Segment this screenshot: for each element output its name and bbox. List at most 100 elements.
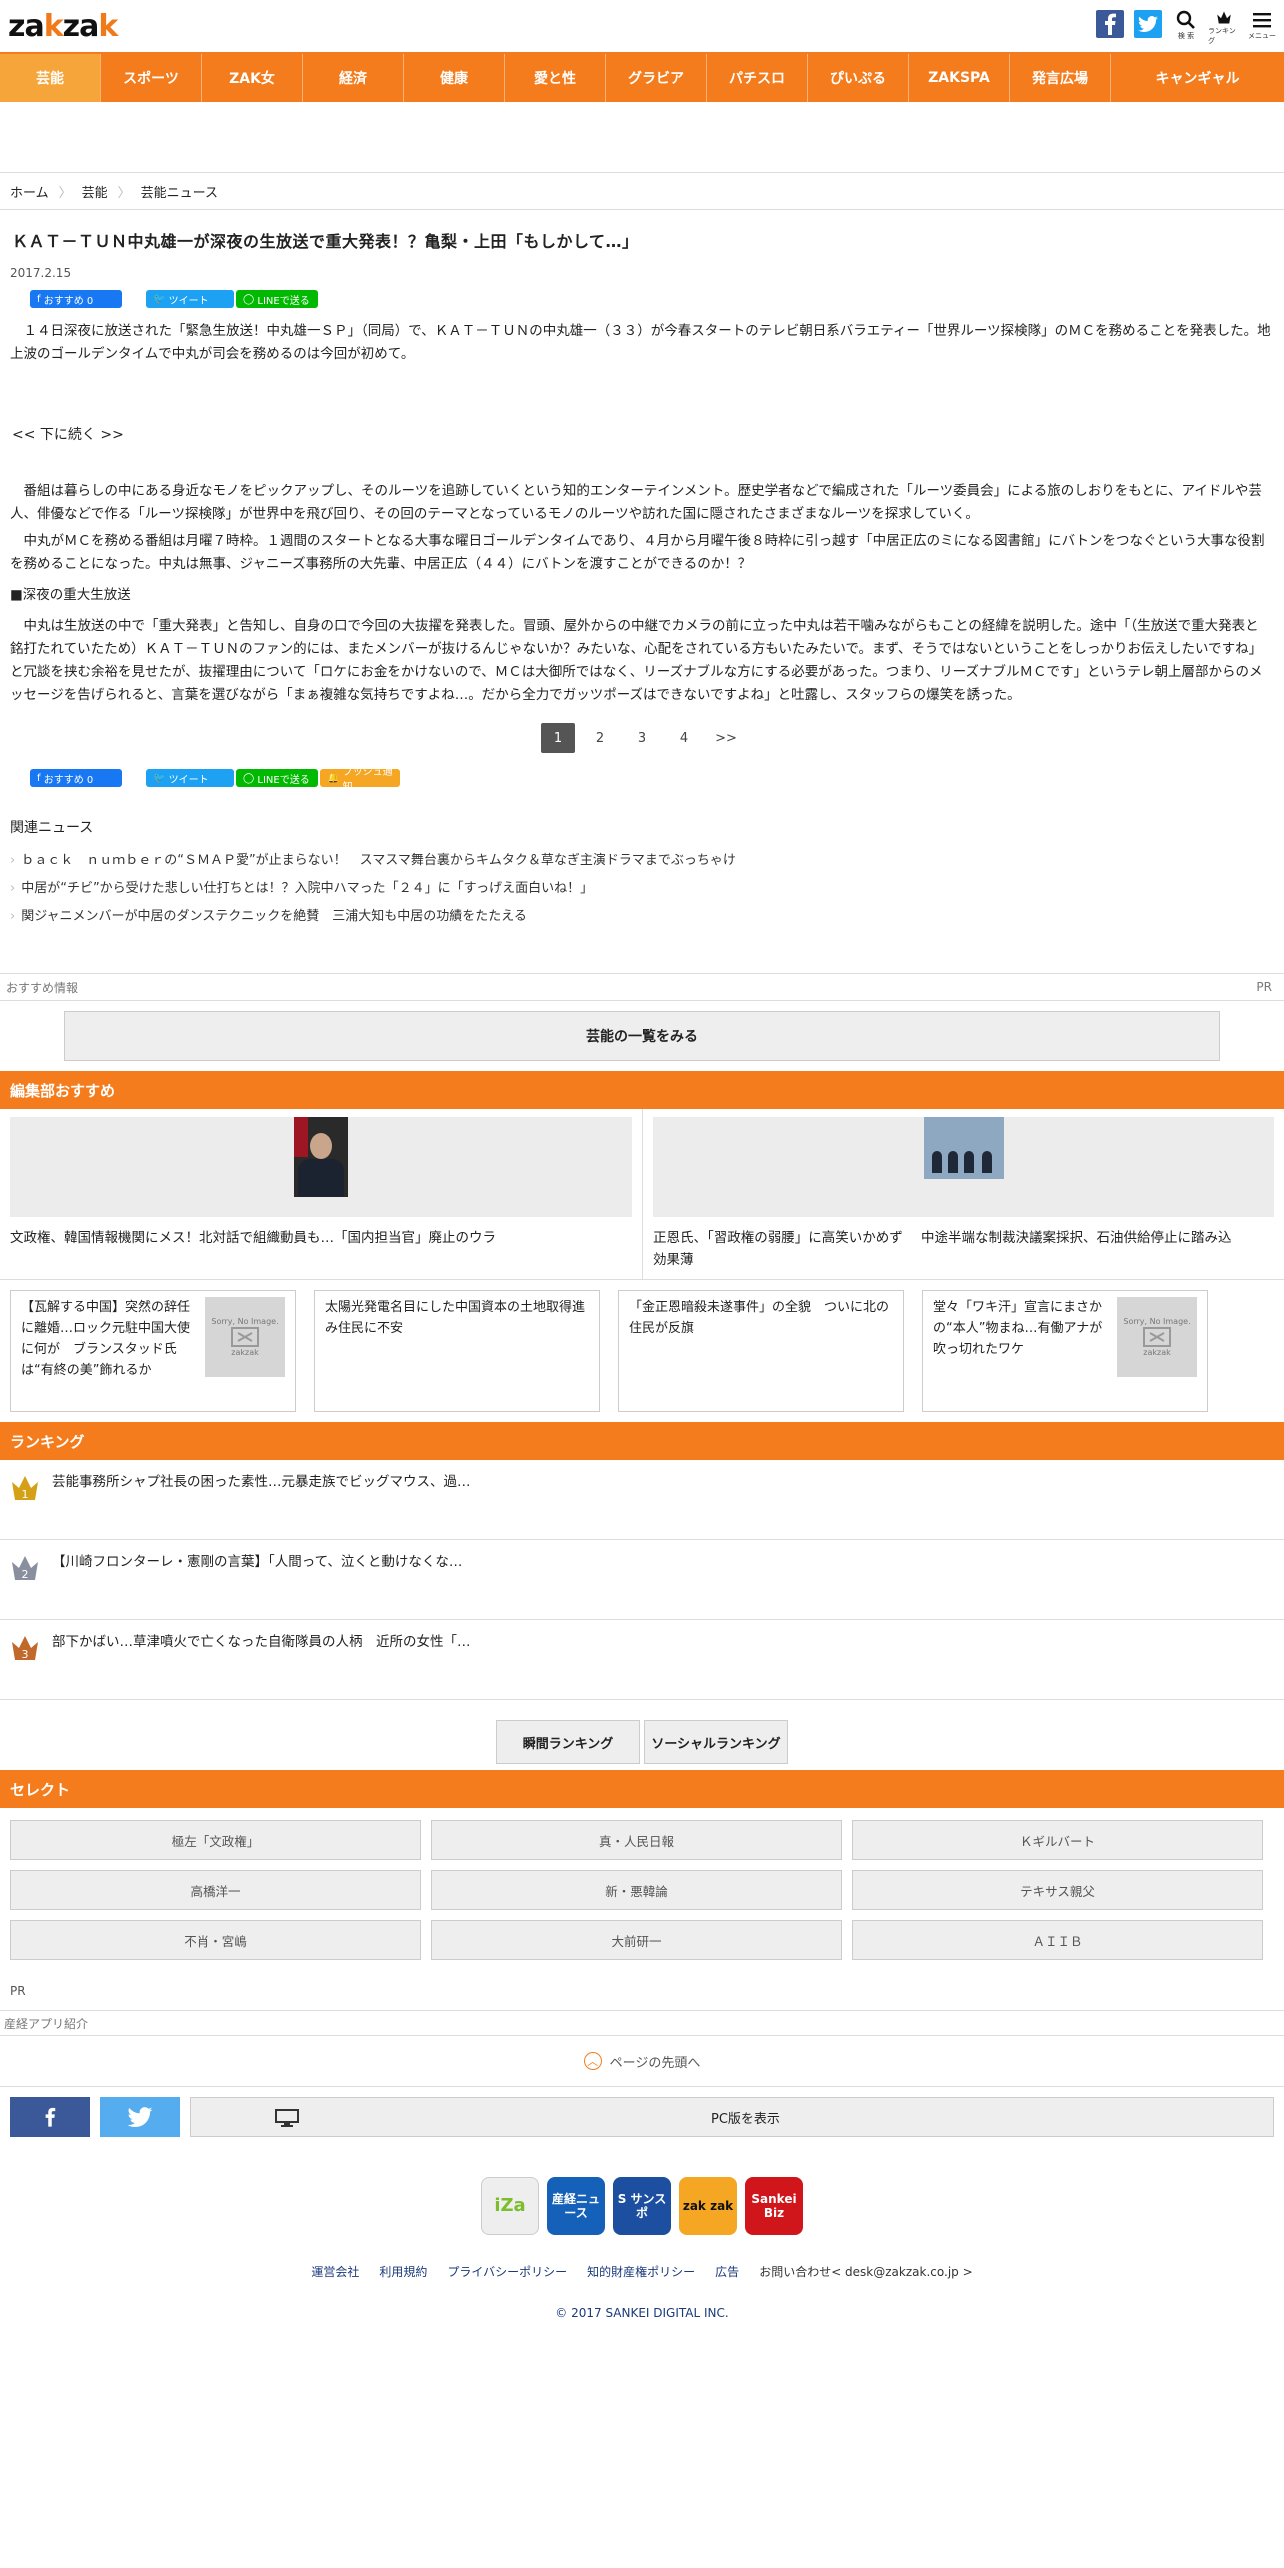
select-item[interactable]: 極左「文政権」 <box>10 1820 421 1860</box>
footer-share: PC版を表示 <box>0 2086 1284 2147</box>
continue-label: << 下に続く >> <box>12 427 124 443</box>
page-1[interactable]: 1 <box>541 723 575 753</box>
tweet-button[interactable]: 🐦 ツイート <box>146 769 234 787</box>
nav-item-sports[interactable]: スポーツ <box>101 54 202 102</box>
nav-item-zakjo[interactable]: ZAK女 <box>202 54 303 102</box>
page-next[interactable]: >> <box>709 723 743 753</box>
sanspo-app-icon[interactable]: S サンスポ <box>613 2177 671 2235</box>
social-ranking-button[interactable]: ソーシャルランキング <box>644 1720 788 1764</box>
image-icon <box>1143 1327 1171 1347</box>
footer-link-ads[interactable]: 広告 <box>715 2263 739 2280</box>
instant-ranking-button[interactable]: 瞬間ランキング <box>496 1720 640 1764</box>
ranking-button[interactable]: ランキング <box>1208 10 1240 46</box>
page-4[interactable]: 4 <box>667 723 701 753</box>
twitter-button[interactable] <box>1132 10 1164 46</box>
article-paragraph: 番組は暮らしの中にある身近なモノをピックアップし、そのルーツを追跡していくという… <box>10 483 1262 522</box>
breadcrumb-home[interactable]: ホーム <box>10 182 49 201</box>
svg-text:1: 1 <box>22 1488 29 1501</box>
facebook-icon: f <box>37 772 44 784</box>
sankei-news-app-icon[interactable]: 産経ニュース <box>547 2177 605 2235</box>
select-item[interactable]: テキサス親父 <box>852 1870 1263 1910</box>
nav-item-hatsugen[interactable]: 発言広場 <box>1010 54 1111 102</box>
ranking-item[interactable]: 1 芸能事務所シャプ社長の困った素性…元暴走族でビッグマウス、過… <box>0 1460 1284 1540</box>
site-header: zakzak 検 索 ランキング メニュー <box>0 0 1284 52</box>
footer-link-company[interactable]: 運営会社 <box>311 2263 359 2280</box>
article-card[interactable]: 太陽光発電名目にした中国資本の土地取得進み住民に不安 <box>314 1290 600 1412</box>
back-to-top-link[interactable]: ︿ ページの先頭へ <box>0 2036 1284 2086</box>
select-item[interactable]: Ｋギルバート <box>852 1820 1263 1860</box>
nav-item-gravure[interactable]: グラビア <box>606 54 707 102</box>
zakzak-logo[interactable]: zakzak <box>8 10 118 44</box>
facebook-share-button[interactable] <box>10 2097 90 2137</box>
footer-link-ip-policy[interactable]: 知的財産権ポリシー <box>587 2263 695 2280</box>
no-image-placeholder: Sorry, No Image. zakzak <box>1117 1297 1197 1377</box>
select-item[interactable]: 真・人民日報 <box>431 1820 842 1860</box>
line-icon: ◯ <box>243 772 258 784</box>
footer-link-terms[interactable]: 利用規約 <box>379 2263 427 2280</box>
geinou-list-button[interactable]: 芸能の一覧をみる <box>64 1011 1220 1061</box>
ranking-item[interactable]: 2 【川崎フロンターレ・憲剛の言葉】「人間って、泣くと動けなくな… <box>0 1540 1284 1620</box>
article-thumbnail <box>294 1117 348 1197</box>
ranking-item[interactable]: 3 部下かばい…草津噴火で亡くなった自衛隊員の人柄 近所の女性「… <box>0 1620 1284 1700</box>
article-card[interactable]: 「金正恩暗殺未遂事件」の全貌 ついに北の住民が反旗 <box>618 1290 904 1412</box>
select-item[interactable]: 大前研一 <box>431 1920 842 1960</box>
nav-item-pachislo[interactable]: パチスロ <box>707 54 808 102</box>
select-item[interactable]: 不肖・宮嶋 <box>10 1920 421 1960</box>
category-nav: 芸能 スポーツ ZAK女 経済 健康 愛と性 グラビア パチスロ ぴいぷる ZA… <box>0 52 1284 102</box>
no-image-placeholder: Sorry, No Image. zakzak <box>205 1297 285 1377</box>
select-item[interactable]: ＡＩＩＢ <box>852 1920 1263 1960</box>
search-icon <box>1176 10 1195 29</box>
facebook-recommend-button[interactable]: f おすすめ 0 <box>30 290 122 308</box>
page-2[interactable]: 2 <box>583 723 617 753</box>
related-item[interactable]: 中居が“チビ”から受けた悲しい仕打ちとは！？入院中ハマった「２４」に「すっげえ面… <box>10 875 1284 903</box>
nav-item-ai-to-sei[interactable]: 愛と性 <box>505 54 606 102</box>
facebook-button[interactable] <box>1094 10 1126 46</box>
ranking-list: 1 芸能事務所シャプ社長の困った素性…元暴走族でビッグマウス、過… 2 【川崎フ… <box>0 1460 1284 1700</box>
nav-item-zakspa[interactable]: ZAKSPA <box>909 54 1010 102</box>
iza-app-icon[interactable]: iZa <box>481 2177 539 2235</box>
twitter-share-button[interactable] <box>100 2097 180 2137</box>
select-grid: 極左「文政権」 真・人民日報 Ｋギルバート 高橋洋一 新・悪韓論 テキサス親父 … <box>0 1808 1284 1960</box>
select-item[interactable]: 高橋洋一 <box>10 1870 421 1910</box>
select-item[interactable]: 新・悪韓論 <box>431 1870 842 1910</box>
breadcrumb-geinou[interactable]: 芸能 <box>82 182 108 201</box>
editors-pick-left[interactable]: 文政権、韓国情報機関にメス！北対話で組織動員も…「国内担当官」廃止のウラ <box>0 1109 642 1279</box>
svg-text:3: 3 <box>22 1648 29 1661</box>
nav-item-geinou[interactable]: 芸能 <box>0 54 101 102</box>
editors-pick-right[interactable]: 正恩氏、「習政権の弱腰」に高笑いかめず効果薄 中途半端な制裁決議案採択、石油供給… <box>642 1109 1284 1279</box>
article-body-cont: 番組は暮らしの中にある身近なモノをピックアップし、そのルーツを追跡していくという… <box>10 480 1272 707</box>
breadcrumb-news[interactable]: 芸能ニュース <box>141 182 218 201</box>
article-card[interactable]: 堂々「ワキ汗」宣言にまさかの“本人”物まね…有働アナが吹っ切れたワケ Sorry… <box>922 1290 1208 1412</box>
footer-link-privacy[interactable]: プライバシーポリシー <box>447 2263 567 2280</box>
image-icon <box>231 1327 259 1347</box>
article-card[interactable]: 【瓦解する中国】突然の辞任に離婚…ロック元駐中国大使に何が ブランスタッド氏は“… <box>10 1290 296 1412</box>
twitter-icon <box>127 2107 153 2127</box>
nav-item-people[interactable]: ぴいぷる <box>808 54 909 102</box>
tweet-button[interactable]: 🐦 ツイート <box>146 290 234 308</box>
nav-item-keizai[interactable]: 経済 <box>303 54 404 102</box>
nav-item-kenkou[interactable]: 健康 <box>404 54 505 102</box>
related-item[interactable]: 関ジャニメンバーが中居のダンステクニックを絶賛 三浦大知も中居の功績をたたえる <box>10 903 1284 931</box>
article-date: 2017.2.15 <box>10 266 72 280</box>
copyright: © 2017 SANKEI DIGITAL INC. <box>555 2306 729 2320</box>
zakzak-app-icon[interactable]: zak zak <box>679 2177 737 2235</box>
contact-link[interactable]: お問い合わせ< desk@zakzak.co.jp > <box>759 2263 972 2280</box>
search-button[interactable]: 検 索 <box>1170 10 1202 46</box>
line-send-button[interactable]: ◯ LINEで送る <box>236 769 318 787</box>
editors-pick-title: 中途半端な制裁決議案採択、石油供給停止に踏み込 <box>921 1230 1232 1246</box>
sankei-app-bar: 産経アプリ紹介 <box>0 2010 1284 2036</box>
menu-button[interactable]: メニュー <box>1246 10 1278 46</box>
editors-pick-title: 文政権、韓国情報機関にメス！北対話で組織動員も…「国内担当官」廃止のウラ <box>10 1230 496 1246</box>
app-links: iZa 産経ニュース S サンスポ zak zak Sankei Biz <box>0 2177 1284 2235</box>
facebook-icon <box>1096 10 1124 38</box>
nav-item-campaign-girl[interactable]: キャンギャル <box>1111 54 1284 102</box>
line-send-button[interactable]: ◯ LINEで送る <box>236 290 318 308</box>
related-item[interactable]: ｂａｃｋ ｎｕｍｂｅｒの“ＳＭＡＰ愛”が止まらない！ スマスマ舞台裏からキムタク… <box>10 847 1284 875</box>
sankeibiz-app-icon[interactable]: Sankei Biz <box>745 2177 803 2235</box>
facebook-recommend-button[interactable]: f おすすめ 0 <box>30 769 122 787</box>
push-notification-button[interactable]: 🔔 プッシュ通知 <box>320 767 400 793</box>
article-subhead: ■深夜の重大生放送 <box>10 587 131 603</box>
article-paragraph: １４日深夜に放送された「緊急生放送！中丸雄一ＳＰ」（同局）で、ＫＡＴ－ＴＵＮの中… <box>10 323 1271 362</box>
page-3[interactable]: 3 <box>625 723 659 753</box>
pc-version-button[interactable]: PC版を表示 <box>190 2097 1274 2137</box>
